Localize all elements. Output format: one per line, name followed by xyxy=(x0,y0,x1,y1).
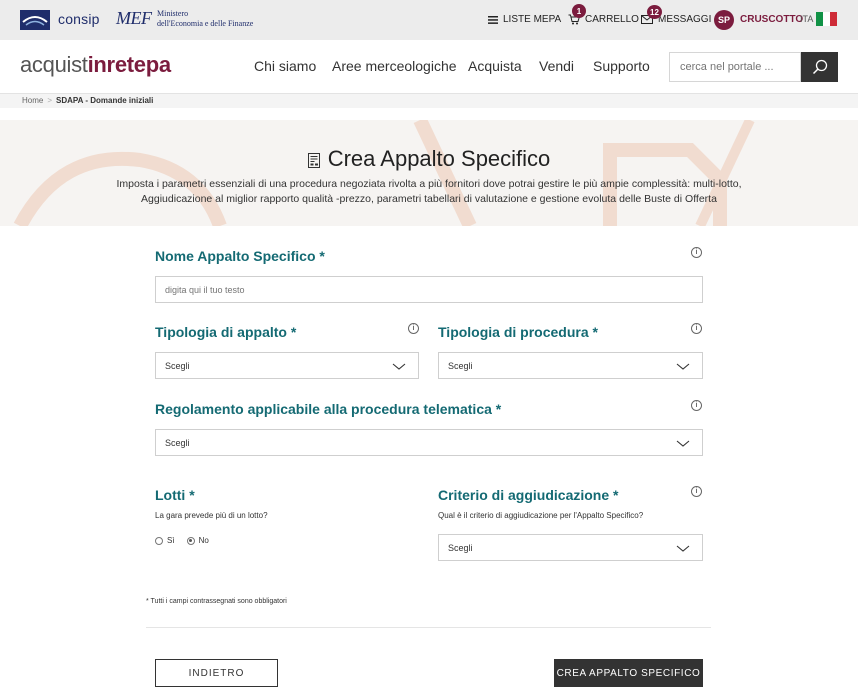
tipologia-procedura-label: Tipologia di procedura * xyxy=(438,324,598,340)
brand-part-3: pa xyxy=(145,52,171,77)
mef-subtitle: Ministero dell'Economia e delle Finanze xyxy=(157,9,253,29)
back-button[interactable]: INDIETRO xyxy=(155,659,278,687)
carrello-link[interactable]: 1 CARRELLO xyxy=(568,4,639,25)
italian-flag-icon[interactable] xyxy=(816,12,837,26)
lotti-label: Lotti * xyxy=(155,487,195,503)
breadcrumb: Home > SDAPA - Domande iniziali xyxy=(0,94,858,108)
tipologia-procedura-select[interactable]: Scegli xyxy=(438,352,703,379)
chevron-down-icon xyxy=(676,440,690,447)
nome-appalto-input[interactable] xyxy=(155,276,703,303)
regolamento-select[interactable]: Scegli xyxy=(155,429,703,456)
lotti-option-no-label[interactable]: No xyxy=(199,536,209,545)
cart-count-badge: 1 xyxy=(572,4,586,18)
messages-count-badge: 12 xyxy=(647,5,662,19)
regolamento-info-icon[interactable]: i xyxy=(691,400,702,411)
criterio-value: Scegli xyxy=(448,543,473,553)
hero-background-decoration xyxy=(13,120,755,226)
liste-mepa-label: LISTE MEPA xyxy=(503,14,562,25)
chevron-down-icon xyxy=(392,363,406,370)
breadcrumb-home[interactable]: Home xyxy=(22,96,43,105)
form-divider xyxy=(146,627,711,628)
tipologia-procedura-value: Scegli xyxy=(448,361,473,371)
criterio-select[interactable]: Scegli xyxy=(438,534,703,561)
lotti-radio-no[interactable] xyxy=(186,536,195,545)
nome-appalto-label: Nome Appalto Specifico * xyxy=(155,248,325,264)
page-description: Imposta i parametri essenziali di una pr… xyxy=(116,178,742,205)
menu-lines-icon xyxy=(488,15,498,24)
regolamento-label: Regolamento applicabile alla procedura t… xyxy=(155,401,502,417)
flag-green-stripe xyxy=(816,12,823,26)
breadcrumb-current: SDAPA - Domande iniziali xyxy=(56,96,154,105)
acquistinretepa-logo[interactable]: acquistinretepa xyxy=(20,52,171,78)
cart-icon-wrap: 1 xyxy=(568,4,586,25)
consip-logo-text[interactable]: consip xyxy=(58,11,100,27)
consip-logo-icon[interactable] xyxy=(20,10,50,30)
search-input[interactable] xyxy=(669,52,801,82)
flag-red-stripe xyxy=(830,12,837,26)
top-utility-bar: consip MEF Ministero dell'Economia e del… xyxy=(0,0,858,40)
lotti-help-text: La gara prevede più di un lotto? xyxy=(155,511,268,520)
criterio-label: Criterio di aggiudicazione * xyxy=(438,487,619,503)
lotti-radio-si[interactable] xyxy=(155,536,163,545)
criterio-help-text: Qual è il criterio di aggiudicazione per… xyxy=(438,511,644,520)
tipologia-appalto-label: Tipologia di appalto * xyxy=(155,324,297,340)
criterio-info-icon[interactable]: i xyxy=(691,486,702,497)
nome-info-icon[interactable]: i xyxy=(691,247,702,258)
chevron-down-icon xyxy=(676,545,690,552)
flag-white-stripe xyxy=(823,12,830,26)
messaggi-link[interactable]: 12 MESSAGGI xyxy=(641,5,712,25)
main-navbar: acquistinretepa Chi siamo Aree merceolog… xyxy=(0,40,858,94)
nav-vendi[interactable]: Vendi xyxy=(539,58,574,74)
mail-icon-wrap: 12 xyxy=(641,5,662,24)
page-title: Crea Appalto Specifico xyxy=(327,146,551,171)
lotti-option-si-label[interactable]: Sì xyxy=(167,536,175,545)
tipologia-appalto-value: Scegli xyxy=(165,361,190,371)
user-avatar[interactable]: SP xyxy=(714,10,734,30)
nav-aree-merceologiche[interactable]: Aree merceologiche xyxy=(332,58,457,74)
nav-chi-siamo[interactable]: Chi siamo xyxy=(254,58,316,74)
liste-mepa-link[interactable]: LISTE MEPA xyxy=(488,14,561,25)
chevron-down-icon xyxy=(676,363,690,370)
required-fields-note: * Tutti i campi contrassegnati sono obbl… xyxy=(146,598,287,605)
breadcrumb-separator: > xyxy=(47,96,53,105)
cruscotto-link[interactable]: CRUSCOTTO xyxy=(740,14,803,25)
mef-subtitle-line1: Ministero xyxy=(157,9,189,18)
nav-acquista[interactable]: Acquista xyxy=(468,58,522,74)
brand-part-1: acquist xyxy=(20,52,88,77)
mef-subtitle-line2: dell'Economia e delle Finanze xyxy=(157,19,254,28)
brand-part-2: inrete xyxy=(87,52,146,77)
tipologia-appalto-select[interactable]: Scegli xyxy=(155,352,419,379)
page-hero: Crea Appalto Specifico Imposta i paramet… xyxy=(0,120,858,226)
tipologia-procedura-info-icon[interactable]: i xyxy=(691,323,702,334)
search-button[interactable] xyxy=(801,52,838,82)
regolamento-value: Scegli xyxy=(165,438,190,448)
search-icon xyxy=(812,59,827,75)
nav-supporto[interactable]: Supporto xyxy=(593,58,650,74)
document-icon xyxy=(307,152,320,168)
tipologia-appalto-info-icon[interactable]: i xyxy=(408,323,419,334)
messaggi-label: MESSAGGI xyxy=(658,14,712,25)
lotti-radio-group: Sì No xyxy=(155,536,209,545)
page-title-row: Crea Appalto Specifico xyxy=(0,146,858,172)
mef-logo[interactable]: MEF xyxy=(116,8,152,29)
create-appalto-button[interactable]: CREA APPALTO SPECIFICO xyxy=(554,659,703,687)
carrello-label: CARRELLO xyxy=(585,14,639,25)
language-selector[interactable]: ITA xyxy=(800,14,813,24)
